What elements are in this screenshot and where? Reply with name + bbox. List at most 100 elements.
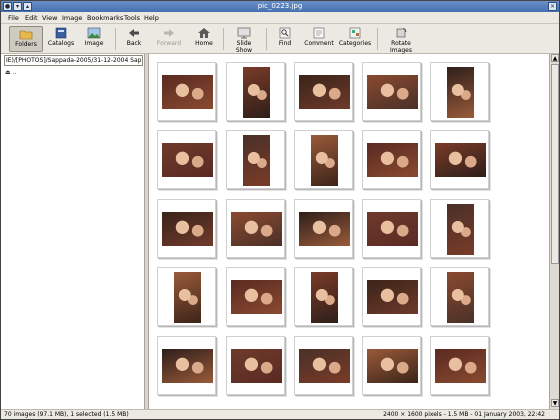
menu-bookmarks[interactable]: Bookmarks [87, 14, 123, 22]
rotate-images-label: Rotate Images [390, 40, 412, 54]
photo-preview [311, 272, 338, 323]
forward-button[interactable]: Forward [153, 26, 185, 52]
folders-label: Folders [15, 41, 37, 48]
menu-file[interactable]: File [8, 14, 19, 22]
photo-preview [367, 212, 418, 246]
photo-preview [162, 349, 213, 383]
menu-tools[interactable]: Tools [124, 14, 140, 22]
folder-icon [19, 30, 33, 40]
photo-preview [367, 280, 418, 314]
status-bar: 70 images (97.1 MB), 1 selected (1.5 MB)… [1, 409, 559, 419]
location-field[interactable]: IE)/[PHOTOS]/Sappada-2005/31-12-2004 Sap… [4, 55, 143, 66]
photo-preview [299, 75, 350, 109]
menu-help[interactable]: Help [144, 14, 159, 22]
home-icon [198, 28, 210, 38]
photo-preview [311, 135, 338, 186]
thumbnail-grid [149, 54, 549, 409]
photo-preview [435, 143, 486, 177]
photo-preview [231, 212, 282, 246]
photo-thumbnail[interactable] [157, 199, 216, 258]
photo-thumbnail[interactable] [294, 62, 353, 121]
image-icon [87, 27, 101, 39]
scroll-up-icon[interactable]: ▲ [551, 54, 559, 62]
folder-pane: IE)/[PHOTOS]/Sappada-2005/31-12-2004 Sap… [1, 54, 145, 409]
photo-thumbnail[interactable] [226, 199, 285, 258]
photo-thumbnail[interactable] [430, 62, 489, 121]
slideshow-button[interactable]: Slide Show [228, 26, 260, 54]
menu-view[interactable]: View [42, 14, 57, 22]
find-button[interactable]: Find [273, 26, 297, 52]
parent-folder-item[interactable]: ⏏ .. [5, 69, 16, 76]
photo-preview [231, 349, 282, 383]
categories-icon [349, 27, 361, 39]
main-window: ● ▾ ▴ pic_0223.jpg × File Edit View Imag… [0, 0, 560, 420]
toolbar-separator [223, 28, 224, 50]
slideshow-label: Slide Show [235, 40, 253, 54]
photo-thumbnail[interactable] [294, 267, 353, 326]
close-icon[interactable]: × [548, 2, 557, 11]
photo-preview [162, 75, 213, 109]
catalogs-button[interactable]: Catalogs [45, 26, 77, 52]
photo-thumbnail[interactable] [430, 130, 489, 189]
photo-thumbnail[interactable] [226, 267, 285, 326]
photo-thumbnail[interactable] [294, 336, 353, 395]
rotate-images-button[interactable]: Rotate Images [381, 26, 421, 54]
photo-preview [367, 143, 418, 177]
photo-thumbnail[interactable] [157, 62, 216, 121]
photo-preview [162, 212, 213, 246]
comment-button[interactable]: Comment [303, 26, 335, 52]
menu-bar: File Edit View Image Bookmarks Tools Hel… [1, 12, 559, 24]
image-button[interactable]: Image [79, 26, 109, 52]
catalog-icon [55, 27, 67, 39]
photo-thumbnail[interactable] [226, 130, 285, 189]
photo-preview [367, 75, 418, 109]
photo-preview [447, 67, 474, 118]
photo-preview [231, 280, 282, 314]
scroll-down-icon[interactable]: ▼ [551, 399, 559, 407]
toolbar-separator [115, 28, 116, 50]
toolbar-separator [377, 28, 378, 50]
categories-label: Categories [338, 40, 372, 47]
parent-folder-label: .. [12, 69, 17, 76]
back-button[interactable]: Back [121, 26, 147, 52]
photo-thumbnail[interactable] [226, 62, 285, 121]
vertical-scrollbar[interactable]: ▲ ▼ [549, 54, 559, 409]
photo-thumbnail[interactable] [430, 267, 489, 326]
photo-thumbnail[interactable] [362, 62, 421, 121]
photo-thumbnail[interactable] [226, 336, 285, 395]
photo-thumbnail[interactable] [157, 267, 216, 326]
photo-thumbnail[interactable] [362, 199, 421, 258]
window-title: pic_0223.jpg [257, 2, 303, 10]
photo-thumbnail[interactable] [157, 336, 216, 395]
photo-thumbnail[interactable] [362, 130, 421, 189]
forward-label: Forward [156, 40, 182, 47]
scrollbar-thumb[interactable] [551, 64, 559, 264]
toolbar: Folders Catalogs Image Back Forward Home… [1, 24, 559, 54]
photo-preview [162, 143, 213, 177]
photo-thumbnail[interactable] [294, 130, 353, 189]
catalogs-label: Catalogs [47, 40, 75, 47]
status-right: 2400 × 1600 pixels - 1.5 MB - 01 January… [383, 411, 545, 418]
photo-preview [367, 349, 418, 383]
photo-thumbnail[interactable] [362, 267, 421, 326]
photo-preview [174, 272, 201, 323]
back-label: Back [126, 40, 142, 47]
photo-thumbnail[interactable] [430, 336, 489, 395]
home-button[interactable]: Home [191, 26, 217, 52]
status-left: 70 images (97.1 MB), 1 selected (1.5 MB) [4, 411, 129, 418]
menu-edit[interactable]: Edit [25, 14, 38, 22]
home-label: Home [195, 40, 213, 47]
photo-thumbnail[interactable] [157, 130, 216, 189]
categories-button[interactable]: Categories [337, 26, 373, 52]
find-icon [279, 27, 291, 39]
photo-thumbnail[interactable] [294, 199, 353, 258]
photo-thumbnail[interactable] [430, 199, 489, 258]
photo-preview [435, 349, 486, 383]
photo-preview [299, 212, 350, 246]
menu-image[interactable]: Image [62, 14, 82, 22]
photo-preview [299, 349, 350, 383]
folders-button[interactable]: Folders [9, 26, 43, 52]
photo-thumbnail[interactable] [362, 336, 421, 395]
toolbar-separator [266, 28, 267, 50]
rotate-icon [396, 28, 407, 38]
